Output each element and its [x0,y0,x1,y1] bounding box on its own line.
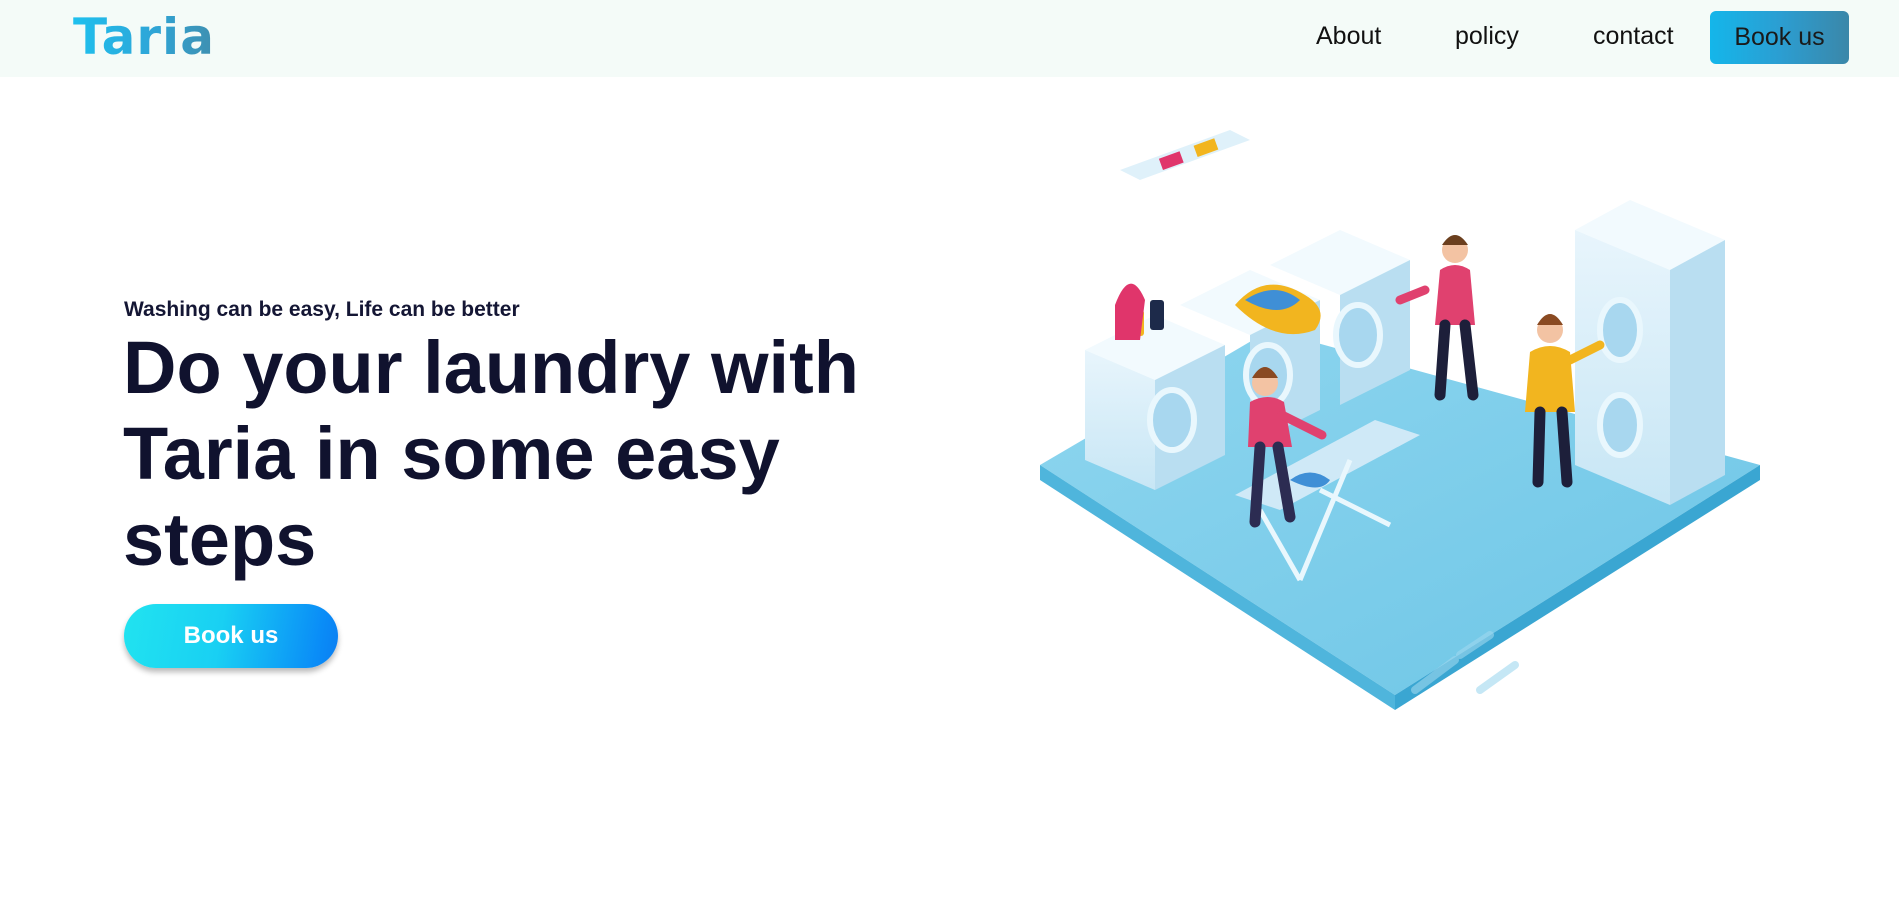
hero-book-button[interactable]: Book us [124,604,338,668]
nav-link-policy[interactable]: policy [1455,22,1519,51]
nav-link-contact[interactable]: contact [1593,22,1674,51]
navbar: Taria About policy contact Book us [0,0,1899,77]
logo[interactable]: Taria [73,8,215,66]
laundry-illustration [1040,130,1760,710]
wall-shelf [1120,130,1250,180]
nav-link-about[interactable]: About [1316,22,1381,51]
stacked-machines [1575,200,1725,505]
hero-tagline: Washing can be easy, Life can be better [124,298,520,321]
hero-headline: Do your laundry with Taria in some easy … [123,326,859,581]
nav-book-button[interactable]: Book us [1710,11,1849,64]
